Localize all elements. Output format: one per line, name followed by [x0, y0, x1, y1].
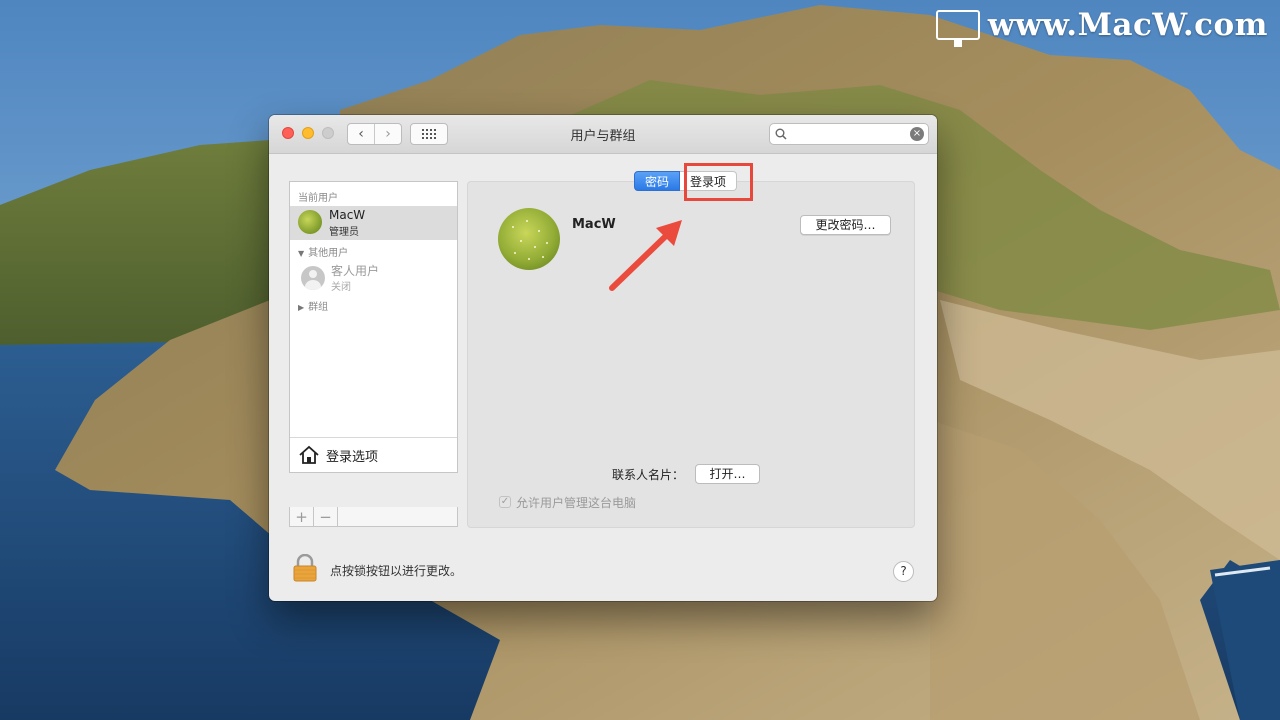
title-bar: ‹ › 用户与群组 ×: [269, 115, 937, 154]
search-field[interactable]: ×: [769, 123, 929, 145]
lock-instruction-text: 点按锁按钮以进行更改。: [330, 564, 463, 578]
lock-icon[interactable]: [293, 554, 317, 582]
groups-header[interactable]: ▶ 群组: [298, 298, 328, 313]
disclosure-open-icon: ▼: [298, 249, 305, 258]
sidebar-user-role: 管理员: [329, 227, 359, 238]
sidebar-user-name: MacW: [329, 208, 366, 222]
watermark-text: www.MacW.com: [987, 7, 1268, 43]
add-user-button[interactable]: +: [290, 507, 314, 526]
disclosure-closed-icon: ▶: [298, 303, 305, 312]
users-groups-window: ‹ › 用户与群组 × 当前用户 MacW 管理员 ▼ 其他用户 客人用户 关闭…: [269, 115, 937, 601]
search-icon: [775, 128, 787, 140]
guest-user-status: 关闭: [331, 282, 351, 293]
clear-search-icon[interactable]: ×: [910, 127, 924, 141]
tab-highlight-box: [684, 163, 753, 201]
user-full-name: MacW: [572, 217, 616, 232]
current-users-header: 当前用户: [298, 193, 338, 204]
help-button[interactable]: ?: [893, 561, 914, 582]
other-users-header[interactable]: ▼ 其他用户: [298, 244, 348, 259]
allow-admin-label: 允许用户管理这台电脑: [516, 496, 637, 510]
sidebar-item-login-options[interactable]: 登录选项: [290, 437, 457, 472]
house-icon: [299, 445, 319, 464]
user-list-sidebar: 当前用户 MacW 管理员 ▼ 其他用户 客人用户 关闭 ▶ 群组 登录选项: [289, 181, 458, 473]
tab-password[interactable]: 密码: [634, 171, 681, 191]
login-options-label: 登录选项: [326, 450, 379, 465]
open-contact-button[interactable]: 打开…: [695, 464, 760, 484]
watermark: www.MacW.com: [935, 7, 1268, 47]
groups-label: 群组: [308, 302, 329, 313]
guest-user-name[interactable]: 客人用户: [331, 262, 379, 279]
guest-avatar-icon: [301, 266, 325, 290]
user-avatar[interactable]: [498, 208, 560, 270]
sidebar-button-bar: + −: [289, 507, 458, 527]
change-password-button[interactable]: 更改密码…: [800, 215, 891, 235]
allow-admin-checkbox[interactable]: ✓: [499, 496, 511, 508]
other-users-label: 其他用户: [308, 248, 349, 259]
monitor-logo-icon: [935, 10, 980, 47]
contact-card-label: 联系人名片：: [612, 468, 685, 482]
remove-user-button[interactable]: −: [314, 507, 338, 526]
user-avatar-small: [298, 210, 322, 234]
sidebar-item-current-user[interactable]: MacW 管理员: [290, 206, 457, 240]
